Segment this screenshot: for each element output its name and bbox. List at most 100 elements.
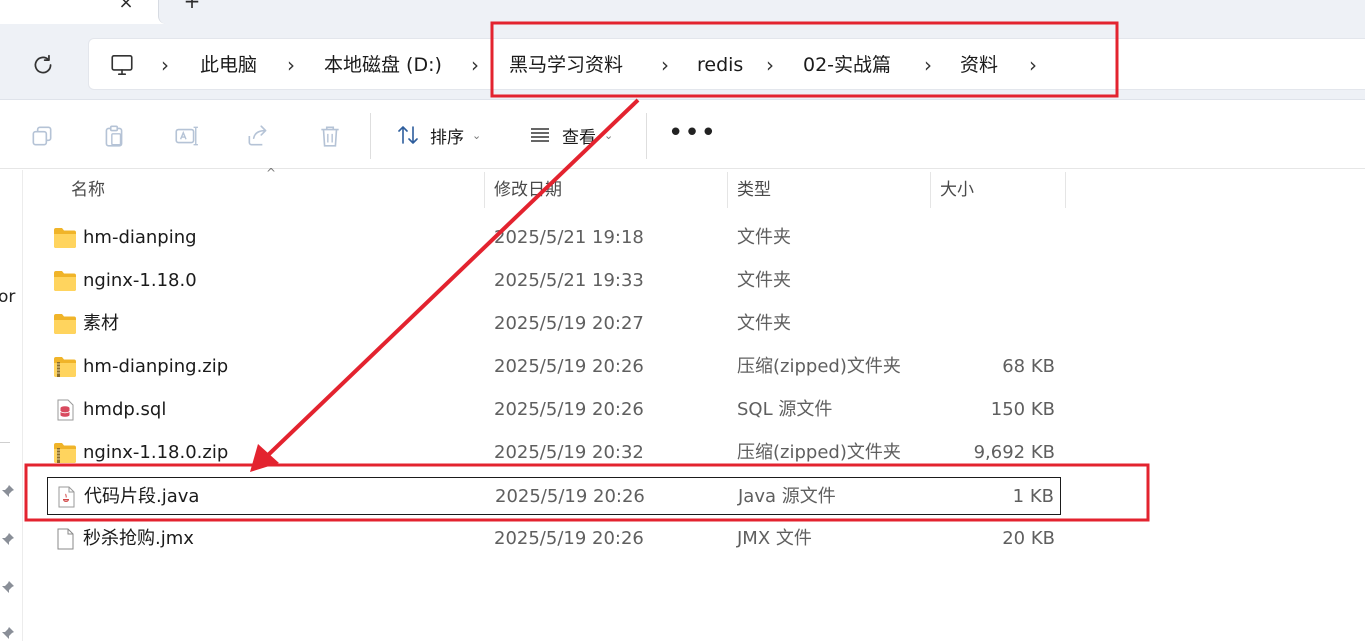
- breadcrumb-separator[interactable]: ›: [661, 39, 669, 91]
- file-type: 压缩(zipped)文件夹: [737, 356, 901, 377]
- file-date: 2025/5/19 20:26: [494, 399, 644, 420]
- file-row[interactable]: 素材 2025/5/19 20:27 文件夹: [47, 305, 1061, 343]
- file-type: 压缩(zipped)文件夹: [737, 442, 901, 463]
- file-date: 2025/5/19 20:32: [494, 442, 644, 463]
- file-row[interactable]: 秒杀抢购.jmx 2025/5/19 20:26 JMX 文件 20 KB: [47, 520, 1061, 558]
- breadcrumb-separator[interactable]: ›: [287, 39, 295, 91]
- paste-icon[interactable]: [101, 123, 127, 149]
- view-label: 查看: [562, 127, 596, 148]
- file-type: JMX 文件: [737, 528, 812, 549]
- share-icon[interactable]: [245, 123, 271, 149]
- file-type: 文件夹: [737, 270, 791, 291]
- toolbar-divider: [646, 113, 647, 159]
- file-name: nginx-1.18.0.zip: [83, 442, 229, 463]
- sql-file-icon: [57, 399, 74, 421]
- file-date: 2025/5/21 19:18: [494, 227, 644, 248]
- file-date: 2025/5/19 20:26: [494, 528, 644, 549]
- breadcrumb-materials[interactable]: 资料: [960, 39, 998, 91]
- tab-strip-background: [158, 0, 1365, 24]
- rename-icon[interactable]: [173, 123, 199, 149]
- file-row[interactable]: hm-dianping.zip 2025/5/19 20:26 压缩(zippe…: [47, 348, 1061, 386]
- breadcrumb-separator[interactable]: ›: [161, 39, 169, 91]
- column-header-size[interactable]: 大小: [940, 170, 974, 210]
- file-row[interactable]: nginx-1.18.0 2025/5/21 19:33 文件夹: [47, 262, 1061, 300]
- file-name: 素材: [83, 313, 119, 334]
- file-type: 文件夹: [737, 313, 791, 334]
- breadcrumb-separator[interactable]: ›: [766, 39, 774, 91]
- view-button[interactable]: 查看 ⌄: [528, 119, 613, 151]
- column-header-row: ^ 名称 修改日期 类型 大小: [23, 166, 1365, 210]
- file-size: 9,692 KB: [973, 442, 1055, 463]
- column-resize-handle[interactable]: [930, 172, 931, 208]
- toolbar-divider: [370, 113, 371, 159]
- file-size: 68 KB: [1002, 356, 1055, 377]
- java-file-icon: [58, 486, 75, 508]
- breadcrumb-expand[interactable]: ›: [1029, 39, 1037, 91]
- breadcrumb-this-pc[interactable]: 此电脑: [200, 39, 257, 91]
- column-resize-handle[interactable]: [727, 172, 728, 208]
- tab-strip: × +: [0, 0, 1365, 24]
- folder-icon: [54, 314, 76, 334]
- refresh-icon[interactable]: [30, 52, 56, 78]
- breadcrumb-separator[interactable]: ›: [471, 39, 479, 91]
- address-bar[interactable]: › 此电脑 › 本地磁盘 (D:) › 黑马学习资料 › redis › 02-…: [88, 38, 1365, 90]
- computer-icon[interactable]: [109, 52, 135, 78]
- more-options-button[interactable]: •••: [668, 120, 717, 146]
- file-name: 秒杀抢购.jmx: [83, 528, 194, 549]
- column-header-date[interactable]: 修改日期: [494, 170, 562, 210]
- breadcrumb-redis[interactable]: redis: [697, 39, 743, 91]
- breadcrumb-heima[interactable]: 黑马学习资料: [509, 39, 623, 91]
- file-row[interactable]: nginx-1.18.0.zip 2025/5/19 20:32 压缩(zipp…: [47, 434, 1061, 472]
- file-date: 2025/5/21 19:33: [494, 270, 644, 291]
- view-list-icon: [531, 128, 549, 142]
- file-size: 20 KB: [1002, 528, 1055, 549]
- file-row[interactable]: hm-dianping 2025/5/21 19:18 文件夹: [47, 219, 1061, 257]
- nav-divider: [0, 442, 10, 443]
- pin-icon[interactable]: [1, 484, 15, 498]
- breadcrumb-separator[interactable]: ›: [924, 39, 932, 91]
- address-row: › 此电脑 › 本地磁盘 (D:) › 黑马学习资料 › redis › 02-…: [0, 24, 1365, 100]
- file-name: hmdp.sql: [83, 399, 167, 420]
- file-size: 1 KB: [1012, 486, 1054, 507]
- file-date: 2025/5/19 20:27: [494, 313, 644, 334]
- pin-icon[interactable]: [1, 532, 15, 546]
- folder-icon: [54, 228, 76, 248]
- file-size: 150 KB: [990, 399, 1055, 420]
- breadcrumb-local-disk[interactable]: 本地磁盘 (D:): [324, 39, 442, 91]
- zip-folder-icon: [54, 357, 76, 377]
- sort-ascending-icon: ^: [266, 166, 277, 180]
- file-name: 代码片段.java: [84, 486, 200, 507]
- tab-close-button[interactable]: ×: [112, 0, 140, 13]
- column-header-name[interactable]: 名称: [71, 170, 105, 210]
- file-date: 2025/5/19 20:26: [495, 486, 645, 507]
- file-name: nginx-1.18.0: [83, 270, 197, 291]
- sort-label: 排序: [430, 127, 464, 148]
- file-icon: [57, 528, 74, 550]
- pin-icon[interactable]: [1, 580, 15, 594]
- delete-icon[interactable]: [317, 123, 343, 149]
- sort-icon: [398, 126, 418, 144]
- command-bar: 排序 ⌄ 查看 ⌄ •••: [0, 101, 1365, 169]
- file-row-selected[interactable]: 代码片段.java 2025/5/19 20:26 Java 源文件 1 KB: [47, 477, 1061, 515]
- column-header-type[interactable]: 类型: [737, 170, 771, 210]
- navigation-pane: or: [0, 170, 23, 641]
- nav-item-partial[interactable]: or: [0, 287, 15, 307]
- file-date: 2025/5/19 20:26: [494, 356, 644, 377]
- file-name: hm-dianping.zip: [83, 356, 229, 377]
- zip-folder-icon: [54, 443, 76, 463]
- new-tab-button[interactable]: +: [178, 0, 206, 13]
- column-resize-handle[interactable]: [484, 172, 485, 208]
- breadcrumb-practice[interactable]: 02-实战篇: [803, 39, 891, 91]
- file-type: 文件夹: [737, 227, 791, 248]
- copy-icon[interactable]: [29, 123, 55, 149]
- pin-icon[interactable]: [1, 626, 15, 640]
- file-name: hm-dianping: [83, 227, 197, 248]
- column-resize-handle[interactable]: [1065, 172, 1066, 208]
- sort-button[interactable]: 排序 ⌄: [396, 119, 481, 151]
- folder-icon: [54, 271, 76, 291]
- chevron-down-icon: ⌄: [472, 128, 482, 142]
- chevron-down-icon: ⌄: [604, 128, 614, 142]
- file-row[interactable]: hmdp.sql 2025/5/19 20:26 SQL 源文件 150 KB: [47, 391, 1061, 429]
- file-type: SQL 源文件: [737, 399, 833, 420]
- file-type: Java 源文件: [738, 486, 836, 507]
